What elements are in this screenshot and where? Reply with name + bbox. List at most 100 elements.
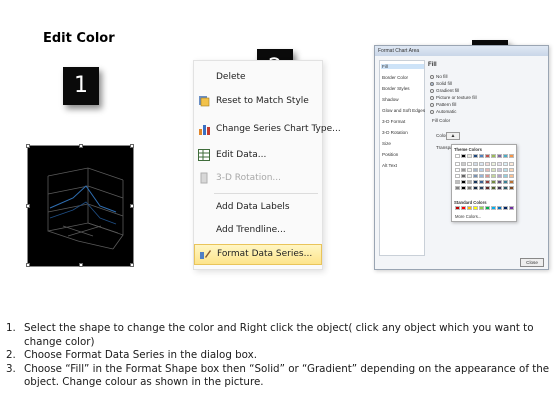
menu-item-add-trendline[interactable]: Add Trendline...: [194, 221, 322, 241]
color-swatch[interactable]: [491, 206, 496, 210]
more-colors-link[interactable]: More Colors...: [455, 214, 481, 219]
color-swatch[interactable]: [503, 162, 508, 166]
color-swatch[interactable]: [455, 174, 460, 178]
color-swatch[interactable]: [509, 154, 514, 158]
radio-automatic[interactable]: Automatic: [430, 109, 456, 114]
color-swatch[interactable]: [467, 162, 472, 166]
color-swatch[interactable]: [479, 186, 484, 190]
color-picker-button[interactable]: ▲: [446, 132, 460, 140]
selection-handle[interactable]: [26, 263, 30, 267]
color-swatch[interactable]: [485, 174, 490, 178]
selection-handle[interactable]: [130, 144, 134, 148]
color-swatch[interactable]: [497, 162, 502, 166]
color-swatch[interactable]: [461, 186, 466, 190]
color-swatch[interactable]: [497, 154, 502, 158]
selected-chart[interactable]: [26, 144, 134, 267]
sidebar-item-fill[interactable]: Fill: [381, 64, 424, 69]
color-swatch[interactable]: [461, 174, 466, 178]
menu-item-reset-style[interactable]: Reset to Match Style: [194, 92, 322, 112]
color-swatch[interactable]: [491, 180, 496, 184]
sidebar-item-size[interactable]: Size: [382, 141, 391, 146]
menu-item-delete[interactable]: Delete: [194, 68, 322, 88]
color-swatch[interactable]: [503, 168, 508, 172]
radio-pattern-fill[interactable]: Pattern fill: [430, 102, 456, 107]
color-swatch[interactable]: [485, 168, 490, 172]
color-swatch[interactable]: [473, 186, 478, 190]
color-swatch[interactable]: [485, 154, 490, 158]
color-swatch[interactable]: [467, 168, 472, 172]
color-swatch[interactable]: [455, 180, 460, 184]
color-swatch[interactable]: [485, 162, 490, 166]
color-swatch[interactable]: [479, 206, 484, 210]
menu-item-format-data-series[interactable]: Format Data Series...: [194, 244, 322, 265]
color-swatch[interactable]: [497, 186, 502, 190]
menu-item-edit-data[interactable]: Edit Data...: [194, 146, 322, 166]
color-swatch[interactable]: [509, 180, 514, 184]
radio-gradient-fill[interactable]: Gradient fill: [430, 88, 459, 93]
color-swatch[interactable]: [461, 206, 466, 210]
color-swatch[interactable]: [455, 186, 460, 190]
color-swatch[interactable]: [473, 154, 478, 158]
color-swatch[interactable]: [461, 168, 466, 172]
color-swatch[interactable]: [473, 168, 478, 172]
color-swatch[interactable]: [503, 154, 508, 158]
color-swatch[interactable]: [509, 206, 514, 210]
color-swatch[interactable]: [497, 168, 502, 172]
color-swatch[interactable]: [509, 162, 514, 166]
color-swatch[interactable]: [503, 186, 508, 190]
color-swatch[interactable]: [485, 206, 490, 210]
color-swatch[interactable]: [509, 174, 514, 178]
radio-solid-fill[interactable]: Solid fill: [430, 81, 452, 86]
color-swatch[interactable]: [497, 174, 502, 178]
color-swatch[interactable]: [479, 162, 484, 166]
color-swatch[interactable]: [455, 162, 460, 166]
color-swatch[interactable]: [479, 168, 484, 172]
color-swatch[interactable]: [473, 174, 478, 178]
color-swatch[interactable]: [509, 186, 514, 190]
color-swatch[interactable]: [491, 174, 496, 178]
selection-handle[interactable]: [79, 263, 83, 267]
sidebar-item-3d-rotation[interactable]: 3-D Rotation: [382, 130, 408, 135]
selection-handle[interactable]: [79, 144, 83, 148]
color-swatch[interactable]: [473, 180, 478, 184]
color-swatch[interactable]: [473, 162, 478, 166]
color-swatch[interactable]: [485, 180, 490, 184]
close-button[interactable]: Close: [520, 258, 544, 267]
menu-item-3d-rotation[interactable]: 3-D Rotation...: [194, 169, 322, 189]
color-swatch[interactable]: [491, 168, 496, 172]
color-swatch[interactable]: [479, 180, 484, 184]
selection-handle[interactable]: [130, 204, 134, 208]
color-swatch[interactable]: [461, 154, 466, 158]
color-swatch[interactable]: [479, 174, 484, 178]
selection-handle[interactable]: [130, 263, 134, 267]
color-swatch[interactable]: [455, 154, 460, 158]
color-swatch[interactable]: [491, 186, 496, 190]
color-swatch[interactable]: [491, 154, 496, 158]
sidebar-item-3d-format[interactable]: 3-D Format: [382, 119, 405, 124]
sidebar-item-shadow[interactable]: Shadow: [382, 97, 399, 102]
color-swatch[interactable]: [455, 206, 460, 210]
color-swatch[interactable]: [467, 154, 472, 158]
radio-picture-fill[interactable]: Picture or texture fill: [430, 95, 477, 100]
sidebar-item-alt-text[interactable]: Alt Text: [382, 163, 397, 168]
menu-item-add-data-labels[interactable]: Add Data Labels: [194, 198, 322, 218]
color-swatch[interactable]: [467, 186, 472, 190]
color-swatch[interactable]: [491, 162, 496, 166]
sidebar-item-border-styles[interactable]: Border Styles: [382, 86, 410, 91]
color-swatch[interactable]: [497, 206, 502, 210]
color-swatch[interactable]: [473, 206, 478, 210]
color-swatch[interactable]: [479, 154, 484, 158]
radio-no-fill[interactable]: No fill: [430, 74, 448, 79]
color-swatch[interactable]: [503, 174, 508, 178]
color-swatch[interactable]: [461, 162, 466, 166]
color-swatch[interactable]: [503, 180, 508, 184]
sidebar-item-glow[interactable]: Glow and Soft Edges: [382, 108, 425, 113]
sidebar-item-border-color[interactable]: Border Color: [382, 75, 408, 80]
color-swatch[interactable]: [467, 206, 472, 210]
color-swatch[interactable]: [455, 168, 460, 172]
color-swatch[interactable]: [467, 180, 472, 184]
color-swatch[interactable]: [497, 180, 502, 184]
selection-handle[interactable]: [26, 144, 30, 148]
color-swatch[interactable]: [503, 206, 508, 210]
color-swatch[interactable]: [509, 168, 514, 172]
